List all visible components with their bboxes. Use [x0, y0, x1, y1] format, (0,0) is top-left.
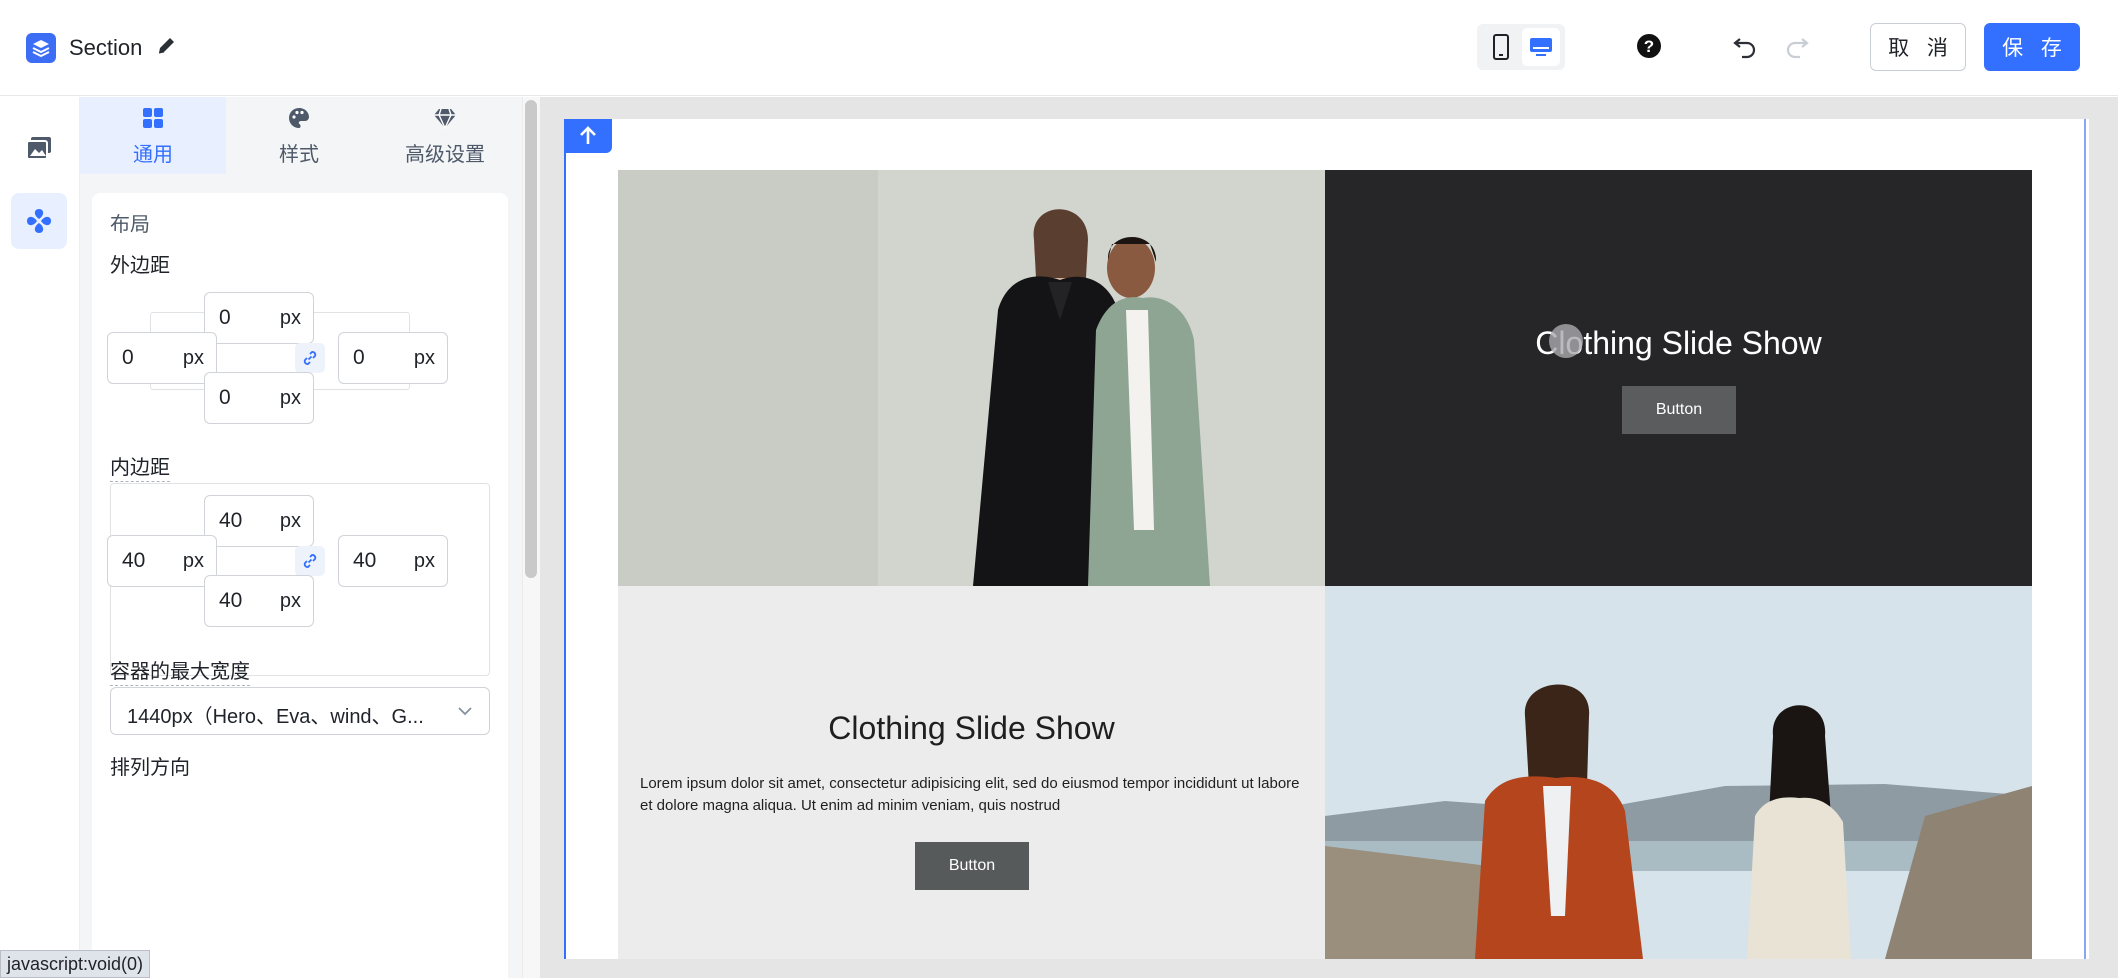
editor-canvas: Clothing Slide Show Button Clothing Slid… [540, 97, 2118, 978]
mobile-view-button[interactable] [1482, 28, 1520, 66]
diamond-icon [434, 108, 456, 130]
padding-top-unit: px [279, 510, 301, 532]
padding-top-value: 40 [219, 509, 243, 532]
layout-section-title: 布局 [110, 214, 150, 236]
padding-right-value: 40 [353, 549, 377, 572]
layers-logo-icon [26, 33, 56, 63]
device-toggle [1477, 24, 1565, 70]
padding-bottom-field[interactable]: 40 px [204, 575, 314, 627]
margin-left-value: 0 [122, 346, 134, 369]
margin-left-unit: px [182, 347, 204, 369]
grid-icon [143, 108, 163, 128]
max-width-label-wrap: 容器的最大宽度 [110, 655, 250, 686]
slide-text-block-light[interactable]: Clothing Slide Show Lorem ipsum dolor si… [618, 586, 1325, 959]
cursor-highlight [1549, 324, 1583, 358]
settings-tabs: 通用 样式 高级设置 [80, 97, 522, 174]
slide-button-2[interactable]: Button [915, 842, 1029, 890]
padding-label: 内边距 [110, 457, 170, 482]
margin-label: 外边距 [110, 255, 170, 277]
palette-icon [289, 108, 309, 128]
desktop-icon [1530, 38, 1552, 56]
slide-body-text[interactable]: Lorem ipsum dolor sit amet, consectetur … [640, 773, 1310, 817]
help-icon[interactable]: ? [1636, 33, 1662, 59]
padding-right-unit: px [413, 550, 435, 572]
slide-title-2[interactable]: Clothing Slide Show [618, 710, 1325, 747]
arrow-up-icon [580, 126, 596, 144]
tab-general-label: 通用 [133, 144, 173, 166]
tab-style[interactable]: 样式 [226, 97, 372, 174]
max-width-select[interactable]: 1440px（Hero、Eva、wind、G... [110, 687, 490, 735]
settings-panel: 通用 样式 高级设置 布局 外边距 0 px 0 px 0 px 0 px 内边… [80, 97, 522, 978]
mobile-icon [1493, 34, 1509, 60]
padding-bottom-unit: px [279, 590, 301, 612]
margin-link-icon[interactable] [295, 343, 325, 373]
status-link-tooltip: javascript:void(0) [0, 950, 151, 978]
padding-left-value: 40 [122, 549, 146, 572]
save-button[interactable]: 保 存 [1984, 23, 2080, 71]
panel-scrollbar-thumb[interactable] [525, 100, 537, 578]
margin-bottom-unit: px [279, 387, 301, 409]
page-title: Section [69, 35, 143, 60]
components-icon [27, 209, 51, 233]
margin-top-unit: px [279, 307, 301, 329]
desktop-view-button[interactable] [1522, 28, 1560, 66]
margin-left-field[interactable]: 0 px [107, 332, 217, 384]
rail-item-components[interactable] [11, 193, 67, 249]
tab-general[interactable]: 通用 [80, 97, 226, 174]
top-bar: Section ? 取 消 保 存 [0, 0, 2118, 96]
slide-button[interactable]: Button [1622, 386, 1736, 434]
padding-left-unit: px [182, 550, 204, 572]
undo-icon[interactable] [1732, 33, 1758, 59]
two-models-image [618, 170, 1325, 586]
margin-right-unit: px [413, 347, 435, 369]
slide-title[interactable]: Clothing Slide Show [1325, 325, 2032, 362]
models-outdoor-image [1325, 586, 2032, 959]
margin-bottom-field[interactable]: 0 px [204, 372, 314, 424]
layout-card: 布局 外边距 0 px 0 px 0 px 0 px 内边距 40 px 40 … [92, 193, 508, 978]
slide-text-block-dark[interactable]: Clothing Slide Show Button [1325, 170, 2032, 586]
direction-label: 排列方向 [110, 757, 190, 779]
margin-bottom-value: 0 [219, 386, 231, 409]
pencil-icon[interactable] [155, 35, 179, 59]
media-library-icon [26, 137, 51, 160]
margin-top-value: 0 [219, 306, 231, 329]
fashion-photo-1[interactable] [618, 170, 1325, 586]
margin-right-value: 0 [353, 346, 365, 369]
padding-link-icon[interactable] [295, 546, 325, 576]
padding-bottom-value: 40 [219, 589, 243, 612]
padding-right-field[interactable]: 40 px [338, 535, 448, 587]
fashion-photo-2[interactable] [1325, 586, 2032, 959]
section-frame-right-edge [2084, 119, 2094, 959]
tab-style-label: 样式 [279, 144, 319, 166]
chevron-down-icon [458, 707, 472, 716]
tab-advanced-label: 高级设置 [405, 144, 485, 166]
tab-advanced[interactable]: 高级设置 [372, 97, 518, 174]
side-rail [0, 97, 80, 978]
padding-top-field[interactable]: 40 px [204, 495, 314, 547]
margin-top-field[interactable]: 0 px [204, 292, 314, 344]
padding-label-wrap: 内边距 [110, 451, 170, 482]
rail-item-media[interactable] [11, 120, 67, 176]
max-width-value: 1440px（Hero、Eva、wind、G... [127, 706, 424, 728]
slide-grid: Clothing Slide Show Button Clothing Slid… [618, 170, 2032, 959]
padding-left-field[interactable]: 40 px [107, 535, 217, 587]
margin-right-field[interactable]: 0 px [338, 332, 448, 384]
cancel-button[interactable]: 取 消 [1870, 23, 1966, 71]
max-width-label: 容器的最大宽度 [110, 661, 250, 686]
select-parent-button[interactable] [564, 119, 612, 153]
redo-icon[interactable] [1784, 33, 1810, 59]
svg-text:?: ? [1644, 37, 1654, 56]
